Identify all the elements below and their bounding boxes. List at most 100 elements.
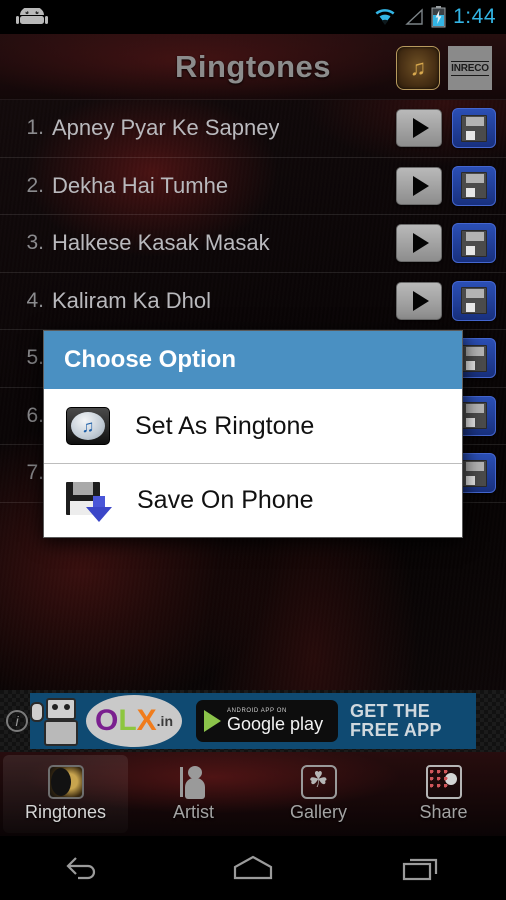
status-bar: 1:44 (0, 0, 506, 34)
google-play-title: Google play (227, 713, 324, 734)
home-button[interactable] (213, 846, 293, 890)
row-actions (396, 280, 496, 321)
dialog-option-label: Set As Ringtone (135, 411, 315, 440)
play-triangle (412, 175, 429, 196)
mascot-thumb (30, 702, 44, 722)
tab-label: Gallery (289, 802, 347, 822)
floppy-glyph (461, 459, 487, 487)
olx-logo: O L X .in (86, 695, 182, 747)
ad-banner[interactable]: O L X .in ANDROID APP ON Google play GET… (30, 693, 476, 749)
google-play-text: ANDROID APP ON Google play (227, 708, 323, 733)
floppy-disk-icon[interactable] (452, 223, 496, 264)
android-phone-screen: 1:44 Ringtones ♫ INRECO 1. Apney Pyar Ke… (0, 0, 506, 900)
dialog-option-set-as-ringtone[interactable]: ♫ Set As Ringtone (44, 389, 462, 463)
tab-label: Ringtones (24, 802, 107, 822)
music-note-glyph: ♫ (81, 416, 95, 436)
floppy-disk-icon[interactable] (452, 108, 496, 149)
dialog-title: Choose Option (64, 346, 236, 373)
play-icon[interactable] (396, 224, 442, 263)
olx-letter-x: X (136, 704, 157, 737)
gallery-icon (300, 765, 337, 799)
ad-banner-zone: i O L X .in ANDROID APP ON Google play G… (0, 690, 506, 752)
google-play-icon (204, 710, 221, 732)
download-arrow (86, 506, 112, 522)
play-icon[interactable] (396, 281, 442, 320)
row-title: Kaliram Ka Dhol (52, 287, 211, 313)
row-title: Halkese Kasak Masak (52, 230, 270, 256)
wifi-icon (375, 9, 395, 25)
table-row[interactable]: 3. Halkese Kasak Masak (0, 215, 506, 273)
back-icon (66, 857, 96, 880)
tab-gallery[interactable]: Gallery (256, 752, 381, 836)
floppy-disk-icon[interactable] (452, 280, 496, 321)
music-note-glyph: ♫ (409, 55, 427, 80)
system-navigation-bar (0, 836, 506, 900)
ad-info-glyph: i (15, 713, 19, 729)
olx-letter-o: O (94, 704, 119, 737)
signal-icon (405, 8, 423, 25)
app-logo-icon[interactable]: ♫ (396, 46, 440, 90)
ringtones-icon (47, 765, 84, 799)
floppy-glyph (461, 114, 487, 142)
play-icon[interactable] (396, 166, 442, 205)
status-bar-right: 1:44 (373, 0, 496, 34)
google-play-badge[interactable]: ANDROID APP ON Google play (196, 700, 338, 742)
tab-artist[interactable]: Artist (131, 752, 256, 836)
inreco-logo[interactable]: INRECO (448, 46, 492, 90)
tab-ringtones[interactable]: Ringtones (3, 755, 128, 833)
recents-icon (402, 858, 437, 881)
share-icon (425, 765, 462, 799)
status-bar-clock: 1:44 (453, 5, 496, 28)
row-actions (396, 108, 496, 149)
floppy-glyph (461, 344, 487, 372)
bottom-tab-bar: Ringtones Artist Gallery Share (0, 752, 506, 836)
save-download-icon (66, 481, 112, 522)
recents-button[interactable] (382, 846, 462, 890)
table-row[interactable]: 4. Kaliram Ka Dhol (0, 273, 506, 330)
floppy-disk-icon[interactable] (452, 165, 496, 206)
music-note-icon: ♫ (66, 407, 110, 445)
ad-cta: GET THE FREE APP (350, 702, 442, 740)
table-row[interactable]: 1. Apney Pyar Ke Sapney (0, 100, 506, 158)
tab-share[interactable]: Share (381, 752, 506, 836)
dialog-option-save-on-phone[interactable]: Save On Phone (44, 463, 462, 537)
app-title-bar: Ringtones ♫ INRECO (0, 34, 506, 100)
music-icon-oval: ♫ (71, 412, 105, 440)
floppy-glyph (461, 172, 487, 200)
floppy-glyph (461, 402, 487, 430)
battery-charging-icon (431, 6, 446, 28)
olx-letter-l: L (118, 704, 137, 737)
row-index: 2. (26, 173, 44, 197)
inreco-logo-label: INRECO (451, 60, 489, 76)
mascot-eye-left (52, 704, 58, 710)
row-index: 1. (26, 116, 44, 140)
play-triangle (412, 290, 429, 311)
mascot-body (44, 720, 78, 746)
tab-label: Artist (172, 802, 214, 822)
home-icon (233, 855, 273, 880)
artist-icon (176, 765, 212, 799)
table-row[interactable]: 2. Dekha Hai Tumhe (0, 158, 506, 215)
dialog-header: Choose Option (44, 331, 462, 389)
tab-label: Share (419, 802, 468, 822)
dialog-option-label: Save On Phone (137, 486, 314, 514)
mic-stand (179, 767, 183, 797)
play-triangle (412, 233, 429, 254)
row-actions (396, 223, 496, 264)
row-index: 3. (26, 231, 44, 255)
olx-suffix: .in (156, 713, 174, 729)
row-title: Dekha Hai Tumhe (52, 172, 229, 198)
row-actions (396, 165, 496, 206)
floppy-glyph (461, 287, 487, 315)
back-button[interactable] (44, 846, 124, 890)
row-title: Apney Pyar Ke Sapney (52, 115, 280, 141)
choose-option-dialog: Choose Option ♫ Set As Ringtone Save On … (43, 330, 463, 538)
floppy-glyph (461, 229, 487, 257)
row-index: 4. (26, 288, 44, 312)
ad-cta-line1: GET THE (350, 701, 431, 722)
mascot-eye-right (64, 704, 70, 710)
ad-info-icon[interactable]: i (6, 710, 28, 732)
play-icon[interactable] (396, 109, 442, 148)
olx-mascot-icon (30, 694, 96, 748)
artist-body (184, 778, 205, 799)
